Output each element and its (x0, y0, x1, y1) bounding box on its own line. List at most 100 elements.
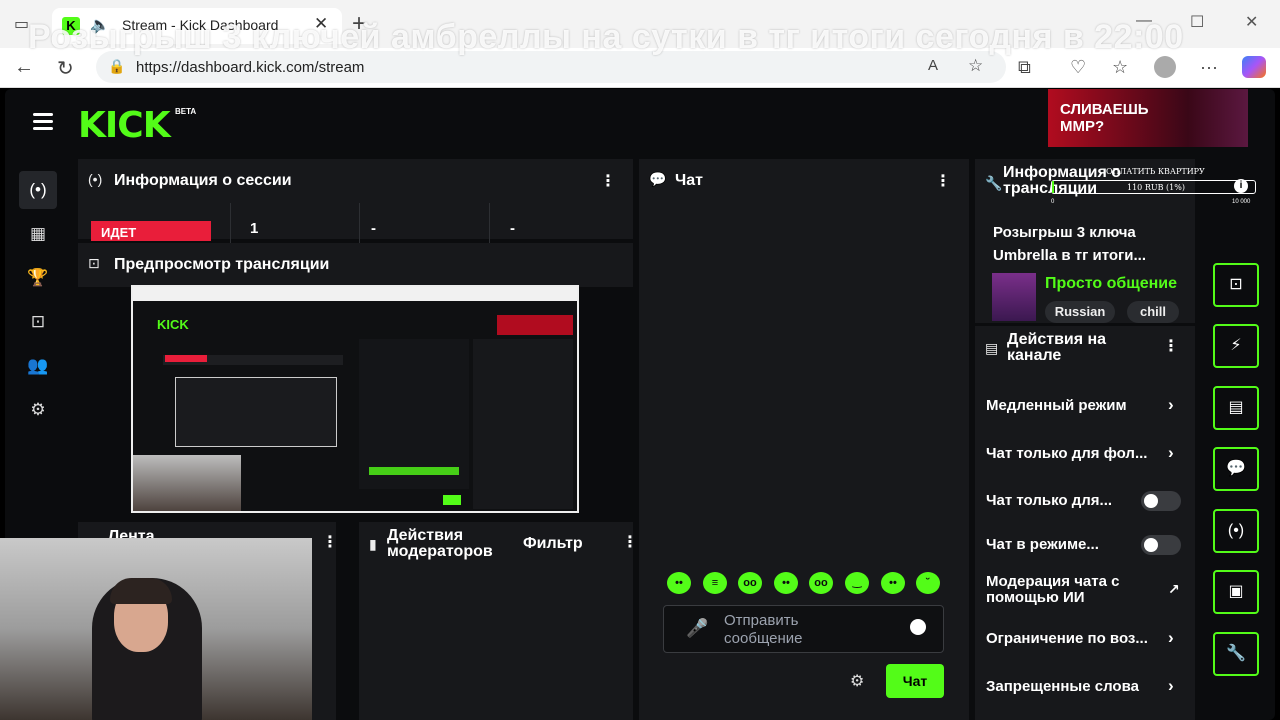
copilot-icon[interactable] (1242, 56, 1266, 78)
session-panel: (•) Информация о сессии ⋮ ИДЕТ 1 - - (78, 159, 633, 243)
preview-panel-header: ⊡ Предпросмотр трансляции (78, 243, 633, 287)
rail-video-icon[interactable]: ▣ (1213, 570, 1259, 614)
wrench-icon: 🔧 (985, 175, 1003, 191)
favorites-icon[interactable]: ☆ (1112, 57, 1128, 78)
refresh-icon[interactable]: ↻ (57, 56, 74, 81)
emote-icon[interactable]: ≡ (703, 572, 727, 594)
webcam-hair (110, 578, 172, 604)
channel-actions-header: ▤ Действия на канале ⋮ (975, 326, 1195, 370)
session-stat-viewers: 1 (250, 220, 259, 237)
sidebar-item-community[interactable]: 👥 (19, 347, 57, 385)
rail-screen-capture-icon[interactable]: ⊡ (1213, 263, 1259, 307)
tag-russian[interactable]: Russian (1045, 301, 1115, 323)
kebab-menu-icon[interactable]: ⋮ (935, 171, 951, 191)
chat-panel-title: Чат (675, 172, 703, 189)
emote-icon[interactable]: ‿ (845, 572, 869, 594)
divider (359, 203, 360, 243)
donation-amount: 110 RUB (1%) (1127, 183, 1185, 192)
channel-actions-panel: ▤ Действия на канале ⋮ (975, 326, 1195, 720)
emote-icon[interactable]: •• (667, 572, 691, 594)
emote-icon[interactable]: •• (774, 572, 798, 594)
divider (230, 203, 231, 243)
session-panel-title: Информация о сессии (114, 172, 292, 189)
kick-logo[interactable]: KICK (78, 105, 171, 146)
mod-actions-header: ▮ Действия модераторов Фильтр ⋮ (359, 522, 638, 566)
sidebar-item-analytics[interactable]: ▦ (19, 215, 57, 253)
ad-banner[interactable]: СЛИВАЕШЬ ММР? (1048, 89, 1248, 147)
donation-max: 10 000 (1232, 199, 1251, 205)
rail-wrench-icon[interactable]: 🔧 (1213, 632, 1259, 676)
maximize-icon[interactable]: ☐ (1190, 12, 1204, 32)
donation-progress-fill (1052, 181, 1055, 193)
chat-message-input[interactable]: 🎤 Отправить сообщение (663, 605, 944, 653)
tag-chill[interactable]: chill (1127, 301, 1179, 323)
lock-icon[interactable]: 🔒 (108, 58, 125, 75)
action-followers-only[interactable]: Чат только для фол... (986, 445, 1186, 462)
beta-badge: BETA (175, 107, 197, 116)
subscribers-only-toggle[interactable] (1141, 491, 1181, 511)
divider (489, 203, 490, 243)
kebab-menu-icon[interactable]: ⋮ (622, 532, 638, 552)
session-panel-header: (•) Информация о сессии ⋮ (78, 159, 633, 203)
preview-panel-title: Предпросмотр трансляции (114, 256, 330, 273)
kebab-menu-icon[interactable]: ⋮ (600, 171, 616, 191)
session-stat-3: - (510, 220, 515, 237)
microphone-icon[interactable]: 🎤 (686, 618, 708, 639)
category-name[interactable]: Просто общение (1045, 275, 1181, 293)
donation-goal-widget: ОПЛАТИТЬ КВАРТИРУ 110 RUB (1%) 0 10 000 … (1051, 167, 1256, 205)
stream-preview-video[interactable]: KICK (131, 285, 579, 513)
channel-actions-icon: ▤ (985, 340, 999, 356)
sidebar-item-achievements[interactable]: 🏆 (19, 259, 57, 297)
back-arrow-icon[interactable]: ← (14, 56, 34, 79)
donation-label: ОПЛАТИТЬ КВАРТИРУ (1106, 167, 1205, 176)
channel-actions-title: Действия на канале (1007, 331, 1107, 364)
emote-icon[interactable]: oo (809, 572, 833, 594)
sidebar-item-clips[interactable]: ⊡ (19, 303, 57, 341)
action-age-restriction[interactable]: Ограничение по воз... (986, 630, 1186, 647)
category-thumbnail[interactable] (992, 273, 1036, 321)
mod-actions-title: Действия модераторов (387, 527, 493, 560)
read-aloud-icon[interactable]: A (928, 57, 938, 74)
browser-essentials-icon[interactable]: ♡ (1070, 57, 1086, 78)
action-slow-mode[interactable]: Медленный режим (986, 397, 1186, 414)
rail-chat-icon[interactable]: 💬 (1213, 447, 1259, 491)
emote-icon[interactable]: •• (881, 572, 905, 594)
chevron-right-icon[interactable]: › (1168, 443, 1174, 463)
mod-log-icon: ▮ (369, 536, 377, 552)
chat-send-button[interactable]: Чат (886, 664, 944, 698)
sidebar-item-settings[interactable]: ⚙ (19, 391, 57, 429)
rail-lightning-icon[interactable]: ⚡ (1213, 324, 1259, 368)
url-text: https://dashboard.kick.com/stream (136, 59, 365, 76)
donation-min: 0 (1051, 199, 1055, 205)
chevron-right-icon[interactable]: › (1168, 628, 1174, 648)
rail-broadcast-icon[interactable]: (•) (1213, 509, 1259, 553)
more-menu-icon[interactable]: ··· (1200, 57, 1218, 78)
emote-icon[interactable]: ˘ (916, 572, 940, 594)
chat-mode-toggle[interactable] (1141, 535, 1181, 555)
chevron-right-icon[interactable]: › (1168, 676, 1174, 696)
action-ai-moderation[interactable]: Модерация чата с помощью ИИ (986, 574, 1156, 606)
tab-actions-icon[interactable]: ▭ (14, 14, 29, 34)
filter-button[interactable]: Фильтр (523, 535, 583, 553)
sidebar-item-broadcast[interactable]: (•) (19, 171, 57, 209)
chevron-right-icon[interactable]: › (1168, 395, 1174, 415)
mod-actions-panel: ▮ Действия модераторов Фильтр ⋮ (359, 522, 638, 720)
kebab-menu-icon[interactable]: ⋮ (322, 532, 338, 552)
chat-settings-gear-icon[interactable]: ⚙ (850, 671, 864, 691)
kebab-menu-icon[interactable]: ⋮ (1163, 336, 1179, 356)
external-link-icon[interactable]: ↗ (1168, 581, 1180, 598)
action-banned-words[interactable]: Запрещенные слова (986, 678, 1186, 695)
chat-panel-header: 💬 Чат ⋮ (639, 159, 969, 203)
profile-avatar-icon[interactable] (1154, 56, 1176, 78)
emote-icon[interactable]: oo (738, 572, 762, 594)
overlay-banner: Розыгрыш 3 ключей амбреллы на сутки в тг… (28, 18, 1184, 56)
rail-notes-icon[interactable]: ▤ (1213, 386, 1259, 430)
window-close-icon[interactable]: ✕ (1245, 12, 1258, 32)
hamburger-menu-icon[interactable] (33, 113, 53, 134)
live-badge: ИДЕТ (91, 221, 211, 241)
session-stat-2: - (371, 220, 376, 237)
extensions-icon[interactable]: ⧉ (1018, 57, 1031, 78)
favorite-star-icon[interactable]: ☆ (968, 56, 983, 76)
emoji-picker-icon[interactable] (910, 619, 926, 635)
ad-text: СЛИВАЕШЬ ММР? (1060, 101, 1149, 135)
